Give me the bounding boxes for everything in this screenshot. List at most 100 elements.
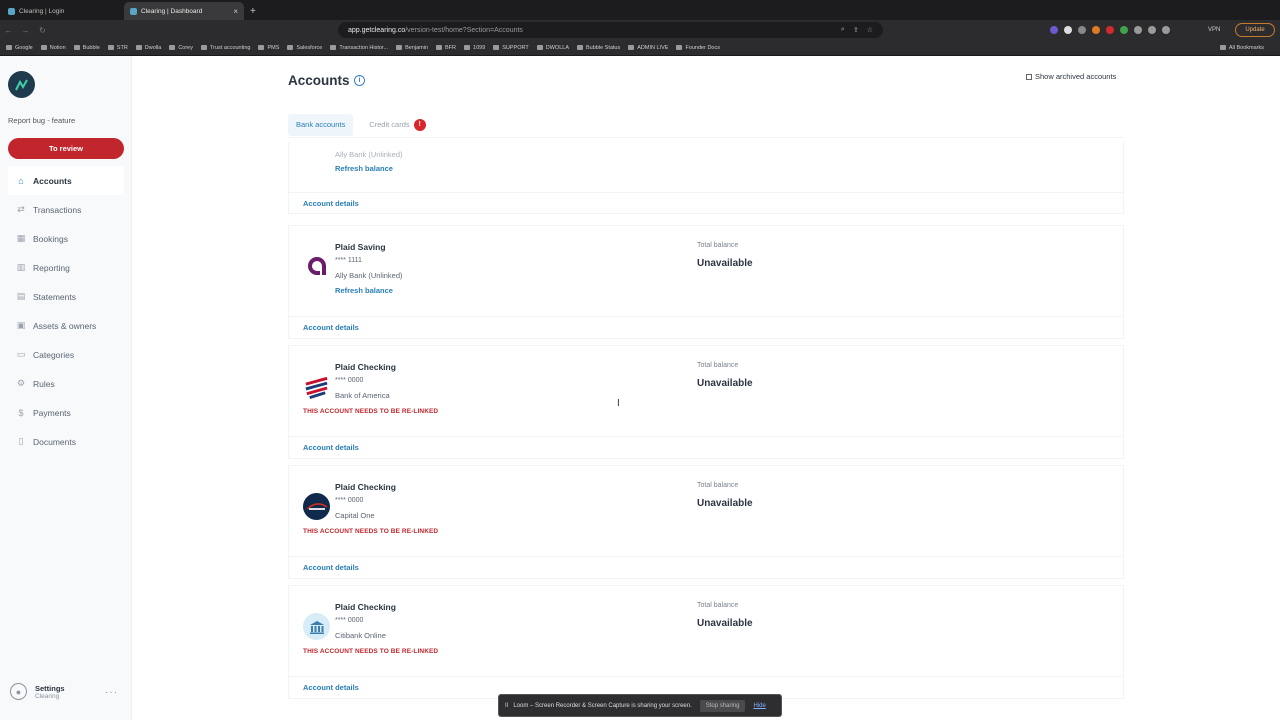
sidebar-item-label: Statements (33, 291, 76, 302)
bookmark[interactable]: Transaction Histor... (330, 45, 388, 51)
refresh-balance-link[interactable]: Refresh balance (335, 286, 393, 295)
extension-icon[interactable] (1148, 26, 1156, 34)
vpn-button[interactable]: VPN (1208, 27, 1220, 33)
bookmark[interactable]: DWOLLA (536, 45, 569, 51)
forward-icon[interactable]: → (17, 26, 34, 35)
sidebar-item-documents[interactable]: ▯ Documents (8, 427, 124, 456)
zoom-icon[interactable]: ⌕ (841, 26, 845, 34)
extension-icon[interactable] (1092, 26, 1100, 34)
total-balance-label: Total balance (697, 362, 739, 369)
bookmark[interactable]: Dwolla (135, 45, 161, 51)
account-details-link[interactable]: Account details (303, 443, 359, 452)
arrows-icon: ⇄ (17, 204, 25, 214)
bookmark[interactable]: Notion (40, 45, 66, 51)
bookmarks-bar: Google Notion Bubble STR Dwolla Corey Tr… (0, 40, 1280, 56)
pause-icon[interactable]: II (505, 703, 508, 709)
bookmark[interactable]: Corey (169, 45, 193, 51)
sidebar-item-label: Categories (33, 349, 75, 360)
bookmark[interactable]: BFR (436, 45, 456, 51)
browser-toolbar: ← → ↻ app.getclearing.co/version-test/ho… (0, 20, 1280, 40)
sidebar-item-reporting[interactable]: ▥ Reporting (8, 253, 124, 282)
file-icon: ▯ (18, 436, 24, 446)
account-details-link[interactable]: Account details (303, 323, 359, 332)
bank-of-america-logo-icon (303, 373, 330, 400)
account-bank: Ally Bank (Unlinked) (335, 271, 403, 280)
report-bug-link[interactable]: Report bug - feature (8, 116, 75, 125)
bookmark[interactable]: 1099 (464, 45, 485, 51)
sidebar-item-payments[interactable]: $ Payments (8, 398, 124, 427)
bookmark[interactable]: Bubble (73, 45, 100, 51)
relink-warning: THIS ACCOUNT NEEDS TO BE RE-LINKED (303, 408, 439, 415)
folder-icon (1219, 45, 1226, 50)
building-icon: ▣ (16, 320, 26, 330)
bookmark[interactable]: SUPPORT (493, 45, 529, 51)
address-bar[interactable]: app.getclearing.co/version-test/home?Sec… (338, 22, 883, 38)
account-details-link[interactable]: Account details (303, 563, 359, 572)
browser-tab-login[interactable]: Clearing | Login (2, 2, 122, 20)
bookmark[interactable]: STR (107, 45, 128, 51)
extension-icon[interactable] (1162, 26, 1170, 34)
bank-icon: ⌂ (18, 175, 24, 186)
hide-link[interactable]: Hide (753, 703, 765, 709)
sidebar-item-accounts[interactable]: ⌂ Accounts (8, 166, 124, 195)
sidebar-item-rules[interactable]: ⚙ Rules (8, 369, 124, 398)
url-path: /version-test/home?Section=Accounts (405, 26, 523, 34)
more-options-icon[interactable]: ··· (105, 687, 118, 698)
extension-icon[interactable] (1106, 26, 1114, 34)
extension-icon[interactable] (1134, 26, 1142, 34)
sidebar-item-statements[interactable]: ▤ Statements (8, 282, 124, 311)
checkbox[interactable] (1026, 73, 1032, 80)
account-name: Plaid Checking (335, 362, 396, 372)
folder-icon (107, 45, 114, 50)
account-card-partial: Ally Bank (Unlinked) Refresh balance Acc… (288, 142, 1124, 214)
folder-icon (330, 45, 337, 50)
tab-credit-cards[interactable]: Credit cards ! (361, 114, 433, 136)
sidebar-item-categories[interactable]: ▭ Categories (8, 340, 124, 369)
account-details-link[interactable]: Account details (303, 199, 359, 208)
share-icon[interactable]: ⇪ (853, 26, 859, 34)
extension-icon[interactable] (1064, 26, 1072, 34)
sidebar-nav: ⌂ Accounts ⇄ Transactions ▦ Bookings ▥ Repor… (8, 166, 124, 456)
sidebar-item-bookings[interactable]: ▦ Bookings (8, 224, 124, 253)
bookmark[interactable]: Founder Docs (676, 45, 720, 51)
star-icon[interactable]: ☆ (867, 26, 873, 34)
clearing-logo-icon[interactable] (8, 71, 35, 98)
sidebar-item-assets-owners[interactable]: ▣ Assets & owners (8, 311, 124, 340)
update-button[interactable]: Update (1235, 23, 1275, 37)
stop-sharing-button[interactable]: Stop sharing (699, 699, 746, 712)
info-icon[interactable]: i (354, 75, 365, 86)
sidebar-item-transactions[interactable]: ⇄ Transactions (8, 195, 124, 224)
browser-tab-dashboard[interactable]: Clearing | Dashboard × (124, 2, 244, 20)
bookmark[interactable]: Salesforce (287, 45, 322, 51)
folder-icon (135, 45, 142, 50)
all-bookmarks[interactable]: All Bookmarks (1219, 45, 1264, 51)
account-card-footer: Account details (289, 556, 1123, 578)
bookmark[interactable]: Bubble Status (577, 45, 620, 51)
bookmark[interactable]: Benjamin (396, 45, 428, 51)
extension-icon[interactable] (1050, 26, 1058, 34)
bookmark[interactable]: Google (6, 45, 33, 51)
back-icon[interactable]: ← (0, 26, 17, 35)
reload-icon[interactable]: ↻ (34, 26, 51, 35)
screen-share-message: Loom – Screen Recorder & Screen Capture … (513, 702, 692, 709)
folder-icon (6, 45, 12, 50)
extension-icon[interactable] (1120, 26, 1128, 34)
folder-icon (396, 45, 403, 50)
folder-icon (628, 45, 635, 50)
sidebar-item-label: Accounts (33, 175, 72, 186)
bookmark[interactable]: Trust accounting (200, 45, 250, 51)
settings-link[interactable]: ● Settings Clearing (10, 683, 65, 700)
tab-bank-accounts[interactable]: Bank accounts (288, 113, 354, 136)
close-tab-icon[interactable]: × (233, 7, 238, 16)
extension-icon[interactable] (1078, 26, 1086, 34)
refresh-balance-link[interactable]: Refresh balance (335, 164, 393, 173)
bookmark[interactable]: ADMIN LIVE (628, 45, 668, 51)
to-review-button[interactable]: To review (8, 138, 124, 159)
account-details-link[interactable]: Account details (303, 683, 359, 692)
bookmark[interactable]: PMS (258, 45, 279, 51)
new-tab-button[interactable]: + (250, 2, 256, 20)
user-avatar-icon: ● (10, 683, 27, 700)
show-archived-toggle[interactable]: Show archived accounts (1026, 72, 1116, 81)
folder-icon (200, 45, 207, 50)
account-name: Plaid Saving (335, 242, 386, 252)
